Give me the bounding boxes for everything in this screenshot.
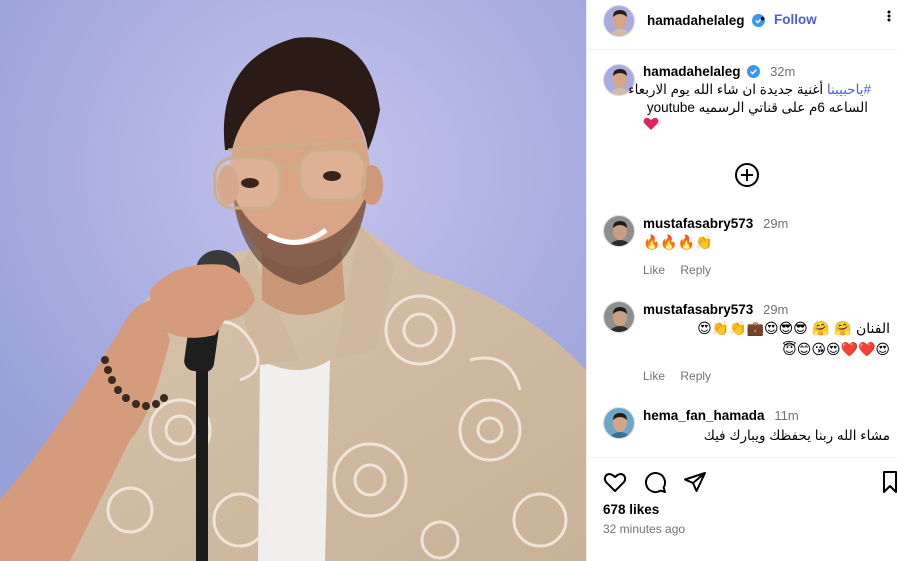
comment-avatar-image: [604, 302, 634, 332]
comment-actions: Like Reply: [643, 263, 723, 277]
comment-username[interactable]: hema_fan_hamada: [643, 408, 765, 423]
verified-badge-icon: [747, 65, 761, 78]
more-options-dots: [887, 10, 891, 22]
load-more-comments-button[interactable]: [735, 163, 759, 187]
more-options-icon[interactable]: [883, 9, 895, 28]
caption-hashtag-mark[interactable]: #: [863, 82, 871, 97]
author-username[interactable]: hamadahelaleg: [647, 13, 745, 28]
comment-time: 29m: [763, 302, 789, 317]
post-image-illustration: [0, 0, 586, 561]
comment-icon[interactable]: [643, 470, 667, 494]
bookmark-icon[interactable]: [882, 470, 897, 494]
comment-avatar-image: [604, 216, 634, 246]
comment-time: 11m: [774, 408, 799, 423]
separator-dot: •: [760, 10, 765, 26]
caption-username[interactable]: hamadahelaleg: [643, 64, 741, 79]
heart-emoji-icon: [643, 117, 659, 130]
comments-list: hamadahelaleg 32m #ياحبيبنا أغنية جديدة …: [587, 51, 897, 456]
comment-avatar[interactable]: [603, 301, 635, 333]
comment-reply-button[interactable]: Reply: [680, 369, 711, 383]
caption-line-2: الساعه 6م على قناتي الرسميه youtube: [646, 100, 868, 115]
caption-time: 32m: [770, 64, 796, 79]
comment-actions: Like Reply: [643, 369, 723, 383]
comment-text: مشاء الله ربنا يحفظك ويبارك فيك: [703, 428, 890, 443]
comment-avatar-image: [604, 408, 634, 438]
caption-text-1: أغنية جديدة ان شاء الله يوم الاربعاء: [628, 82, 824, 97]
follow-button[interactable]: Follow: [774, 12, 817, 27]
comment-text: 🔥🔥🔥👏: [643, 235, 713, 251]
comment-like-button[interactable]: Like: [643, 263, 665, 277]
comment-like-button[interactable]: Like: [643, 369, 665, 383]
comment-avatar[interactable]: [603, 215, 635, 247]
comment-time: 29m: [763, 216, 789, 231]
author-avatar[interactable]: [603, 5, 635, 37]
comment-username[interactable]: mustafasabry573: [643, 302, 753, 317]
comment-text-line-2: 😍❤️❤️😍😘😊😇: [782, 342, 890, 358]
share-icon[interactable]: [683, 470, 707, 494]
comment-text-line-1: الفنان 🤗 🤗 😎😎😍💼👏👏😍: [697, 321, 890, 337]
post-photo[interactable]: [0, 0, 586, 561]
comment-reply-button[interactable]: Reply: [680, 263, 711, 277]
comment-avatar[interactable]: [603, 407, 635, 439]
comment-username[interactable]: mustafasabry573: [643, 216, 753, 231]
post-header: hamadahelaleg • Follow: [587, 0, 897, 50]
heart-icon[interactable]: [603, 470, 627, 494]
posted-time: 32 minutes ago: [603, 522, 686, 536]
author-avatar-image: [604, 6, 634, 36]
caption-heart: [643, 117, 659, 136]
caption-hashtag[interactable]: ياحبيبنا: [827, 82, 864, 97]
caption-line-1: #ياحبيبنا أغنية جديدة ان شاء الله يوم ال…: [628, 81, 871, 99]
likes-count[interactable]: 678 likes: [603, 502, 659, 517]
post-sidebar: hamadahelaleg • Follow hamadahelaleg 32m…: [586, 0, 897, 561]
post-actions: 678 likes 32 minutes ago: [587, 457, 897, 561]
